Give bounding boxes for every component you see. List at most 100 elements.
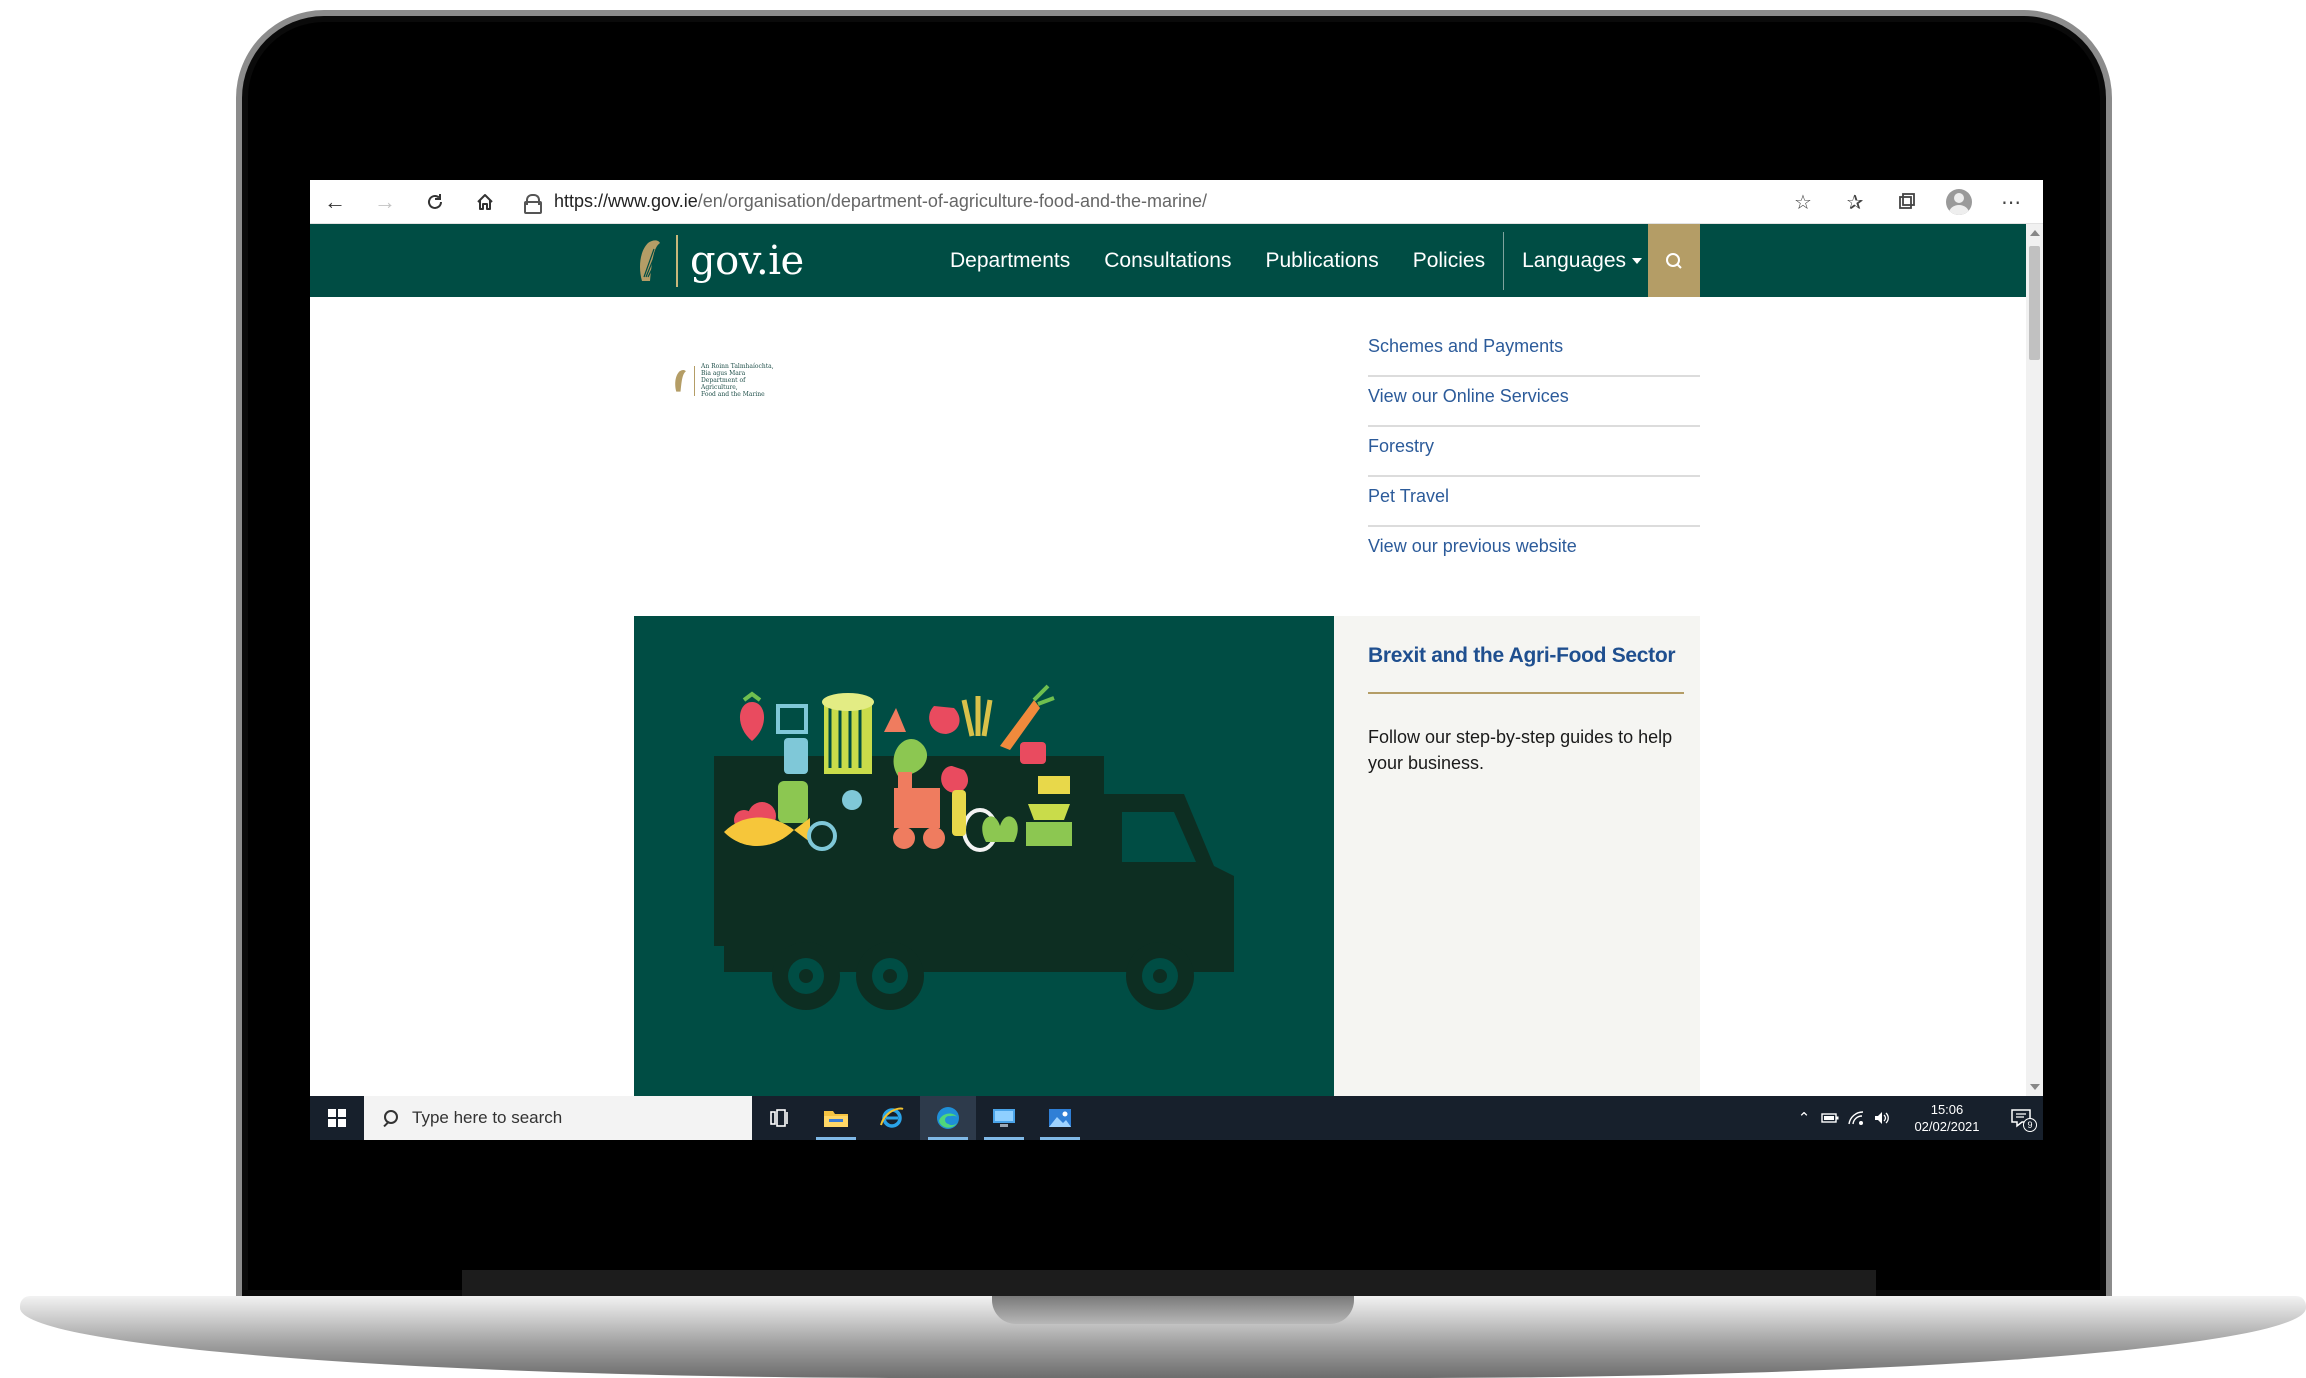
collections-icon: [1899, 193, 1915, 209]
internet-explorer-icon: [880, 1107, 904, 1128]
battery-icon: [1821, 1113, 1839, 1123]
nav-consultations[interactable]: Consultations: [1104, 249, 1231, 273]
link-forestry[interactable]: Forestry: [1368, 427, 1700, 477]
feature-title[interactable]: Brexit and the Agri-Food Sector: [1368, 644, 1676, 668]
volume-button[interactable]: [1869, 1096, 1895, 1140]
nav-policies[interactable]: Policies: [1413, 249, 1485, 273]
show-hidden-icons[interactable]: ⌃: [1791, 1096, 1817, 1140]
start-button[interactable]: [310, 1096, 364, 1140]
chevron-up-icon: ⌃: [1797, 1110, 1811, 1127]
department-name: An Roinn Talmhaíochta, Bia agus Mara Dep…: [701, 363, 783, 398]
collections-button[interactable]: [1893, 188, 1921, 216]
page-scrollbar[interactable]: [2026, 224, 2043, 1096]
back-button[interactable]: ←: [310, 180, 360, 224]
caret-down-icon: [1632, 257, 1643, 264]
speaker-icon: [1875, 1112, 1889, 1124]
favorites-icon: ✰: [1846, 191, 1864, 214]
system-tray: ⌃ 15:06 02/02/2021 9: [1791, 1096, 2043, 1140]
arrow-right-icon: →: [374, 188, 396, 214]
search-icon: [382, 1110, 398, 1126]
logo-divider: [694, 365, 695, 396]
edge-icon: [937, 1107, 959, 1129]
address-bar[interactable]: https://www.gov.ie/en/organisation/depar…: [524, 180, 1207, 224]
languages-label: Languages: [1522, 248, 1627, 272]
folder-icon: [824, 1111, 848, 1127]
monitor-icon: [993, 1109, 1015, 1127]
refresh-icon: [428, 193, 442, 209]
action-center-button[interactable]: 9: [1999, 1096, 2043, 1140]
dept-name-line: Department of Agriculture,: [701, 377, 746, 391]
windows-taskbar: Type here to search ⌃ 15:06 02/02/2021 9: [310, 1096, 2043, 1140]
laptop-hinge: [462, 1270, 1876, 1298]
home-icon: [477, 193, 493, 210]
browser-toolbar: ← → https://www.gov.ie/en/organisation/d…: [310, 180, 2043, 224]
taskbar-search[interactable]: Type here to search: [364, 1096, 752, 1140]
harp-icon: [640, 239, 660, 281]
feature-description: Follow our step-by-step guides to help y…: [1368, 727, 1673, 773]
taskbar-apps: [752, 1096, 1088, 1140]
battery-button[interactable]: [1817, 1096, 1843, 1140]
dept-name-line: An Roinn Talmhaíochta,: [701, 363, 774, 370]
site-header: gov.ie Departments Consultations Publica…: [310, 224, 2043, 297]
more-icon: ⋯: [2001, 191, 2021, 214]
url-text: https://www.gov.ie/en/organisation/depar…: [554, 191, 1208, 211]
feature-divider: [1368, 692, 1684, 694]
link-pet-travel[interactable]: Pet Travel: [1368, 477, 1700, 527]
network-button[interactable]: [1843, 1096, 1869, 1140]
photos-icon: [1049, 1109, 1071, 1127]
nav-departments[interactable]: Departments: [950, 249, 1070, 273]
edge-button[interactable]: [920, 1096, 976, 1140]
link-schemes-payments[interactable]: Schemes and Payments: [1368, 327, 1700, 377]
main-nav: Departments Consultations Publications P…: [950, 224, 1676, 297]
nav-publications[interactable]: Publications: [1265, 249, 1378, 273]
site-search-button[interactable]: [1648, 224, 1700, 297]
forward-button[interactable]: →: [360, 180, 410, 224]
logo-divider: [676, 234, 678, 287]
link-online-services[interactable]: View our Online Services: [1368, 377, 1700, 427]
taskbar-search-placeholder: Type here to search: [412, 1108, 563, 1127]
clock-time: 15:06: [1930, 1102, 1964, 1117]
favorites-button[interactable]: ✰: [1841, 188, 1869, 216]
food-truck-illustration: [714, 684, 1234, 1010]
scroll-up-icon[interactable]: [2030, 230, 2040, 236]
home-button[interactable]: [460, 180, 510, 224]
site-logo[interactable]: gov.ie: [634, 224, 804, 297]
refresh-button[interactable]: [410, 180, 460, 224]
clock-date: 02/02/2021: [1914, 1119, 1980, 1134]
arrow-left-icon: ←: [324, 188, 346, 214]
link-previous-website[interactable]: View our previous website: [1368, 527, 1700, 577]
wifi-icon: [1848, 1111, 1864, 1125]
dept-name-line: Food and the Marine: [701, 391, 765, 398]
nav-separator: [1503, 231, 1505, 290]
photos-button[interactable]: [1032, 1096, 1088, 1140]
nav-languages[interactable]: Languages: [1522, 248, 1643, 273]
logo-text: gov.ie: [690, 237, 804, 284]
harp-icon: [675, 369, 686, 392]
profile-button[interactable]: [1945, 188, 1973, 216]
screen: ← → https://www.gov.ie/en/organisation/d…: [310, 180, 2043, 1140]
notification-badge: 9: [2023, 1118, 2037, 1132]
scroll-thumb[interactable]: [2029, 246, 2040, 360]
laptop-notch: [992, 1296, 1354, 1324]
search-icon: [1666, 252, 1682, 269]
profile-icon: [1946, 189, 1972, 215]
internet-explorer-button[interactable]: [864, 1096, 920, 1140]
windows-icon: [328, 1109, 346, 1127]
feature-image[interactable]: [634, 616, 1334, 1096]
quick-links: Schemes and Payments View our Online Ser…: [1368, 327, 1700, 577]
task-view-button[interactable]: [752, 1096, 808, 1140]
page-content: An Roinn Talmhaíochta, Bia agus Mara Dep…: [310, 297, 2026, 1096]
lock-icon: [524, 193, 542, 214]
remote-desktop-button[interactable]: [976, 1096, 1032, 1140]
file-explorer-button[interactable]: [808, 1096, 864, 1140]
add-favorite-button[interactable]: ☆: [1789, 188, 1817, 216]
scroll-down-icon[interactable]: [2030, 1084, 2040, 1090]
star-plus-icon: ☆: [1794, 191, 1812, 214]
taskbar-clock[interactable]: 15:06 02/02/2021: [1903, 1101, 1991, 1135]
dept-name-line: Bia agus Mara: [701, 370, 746, 377]
department-logo: An Roinn Talmhaíochta, Bia agus Mara Dep…: [672, 363, 783, 398]
task-view-icon: [770, 1109, 788, 1127]
feature-card: Brexit and the Agri-Food Sector Follow o…: [1334, 616, 1700, 1096]
menu-button[interactable]: ⋯: [1997, 188, 2025, 216]
browser-actions: ☆ ✰ ⋯: [1789, 180, 2025, 224]
